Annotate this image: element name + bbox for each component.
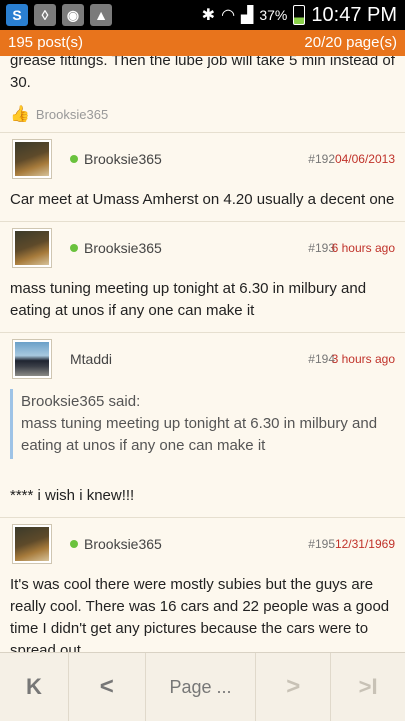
post-193[interactable]: Brooksie365 #193 6 hours ago mass tuning… bbox=[0, 222, 405, 333]
post-count: 195 post(s) bbox=[8, 34, 84, 51]
author-name: Brooksie365 bbox=[84, 151, 162, 167]
post-text: **** i wish i knew!!! bbox=[10, 487, 135, 504]
post-partial: grease fittings. Then the lube job will … bbox=[0, 56, 405, 133]
quote-block: Brooksie365 said: mass tuning meeting up… bbox=[10, 389, 395, 459]
likes-row[interactable]: 👍 Brooksie365 bbox=[10, 98, 395, 132]
page-count: 20/20 page(s) bbox=[304, 34, 397, 51]
thumbs-up-icon: 👍 bbox=[10, 106, 30, 123]
post-text: It's was cool there were mostly subies b… bbox=[10, 576, 390, 652]
post-194[interactable]: Mtaddi #194 3 hours ago Brooksie365 said… bbox=[0, 333, 405, 518]
previous-page-button[interactable]: < bbox=[69, 653, 146, 721]
author[interactable]: Brooksie365 bbox=[70, 240, 162, 256]
wifi-icon: ◠ bbox=[221, 7, 236, 24]
status-bar: S ◊ ◉ ▲ ✱ ◠ ▟ 37% 10:47 PM bbox=[0, 0, 405, 30]
post-text: mass tuning meeting up tonight at 6.30 i… bbox=[10, 280, 367, 319]
signal-icon: ▟ bbox=[241, 7, 254, 24]
post-text: grease fittings. Then the lube job will … bbox=[10, 56, 395, 91]
skype-icon: S bbox=[6, 4, 28, 26]
bluetooth-icon: ✱ bbox=[201, 7, 216, 24]
notification-icons: S ◊ ◉ ▲ bbox=[6, 4, 112, 26]
post-192[interactable]: Brooksie365 #192 04/06/2013 Car meet at … bbox=[0, 133, 405, 222]
next-page-icon: > bbox=[286, 673, 301, 700]
camera-icon: ◉ bbox=[62, 4, 84, 26]
online-status-icon bbox=[70, 540, 78, 548]
avatar[interactable] bbox=[12, 339, 52, 379]
post-list[interactable]: grease fittings. Then the lube job will … bbox=[0, 56, 405, 652]
post-date: 12/31/1969 bbox=[334, 537, 395, 551]
quote-text: mass tuning meeting up tonight at 6.30 i… bbox=[21, 415, 378, 454]
online-status-icon bbox=[70, 155, 78, 163]
post-date: 3 hours ago bbox=[331, 352, 395, 366]
clock: 10:47 PM bbox=[311, 3, 397, 26]
avatar[interactable] bbox=[12, 228, 52, 268]
author[interactable]: Brooksie365 bbox=[70, 151, 162, 167]
previous-page-icon: < bbox=[99, 673, 114, 700]
next-page-button[interactable]: > bbox=[256, 653, 332, 721]
post-date: 6 hours ago bbox=[331, 241, 395, 255]
post-date: 04/06/2013 bbox=[334, 152, 395, 166]
last-page-button[interactable]: >I bbox=[331, 653, 405, 721]
post-number: #192 bbox=[308, 152, 335, 166]
post-number: #195 bbox=[308, 537, 335, 551]
author-name: Mtaddi bbox=[70, 351, 113, 367]
image-icon: ▲ bbox=[90, 4, 112, 26]
page-select-button[interactable]: Page ... bbox=[146, 653, 257, 721]
battery-icon bbox=[293, 5, 306, 25]
first-page-button[interactable]: K bbox=[0, 653, 69, 721]
last-page-icon: >I bbox=[358, 674, 378, 699]
author[interactable]: Brooksie365 bbox=[70, 536, 162, 552]
app-icon: ◊ bbox=[34, 4, 56, 26]
author-name: Brooksie365 bbox=[84, 536, 162, 552]
pager: K < Page ... > >I bbox=[0, 652, 405, 721]
post-195[interactable]: Brooksie365 #195 12/31/1969 It's was coo… bbox=[0, 518, 405, 652]
liked-by: Brooksie365 bbox=[35, 106, 109, 122]
author-name: Brooksie365 bbox=[84, 240, 162, 256]
first-page-icon: K bbox=[25, 674, 42, 699]
page-label: Page ... bbox=[169, 676, 232, 697]
avatar[interactable] bbox=[12, 139, 52, 179]
author[interactable]: Mtaddi bbox=[70, 351, 112, 367]
thread-info-bar: 195 post(s) 20/20 page(s) bbox=[0, 30, 405, 56]
online-status-icon bbox=[70, 244, 78, 252]
post-text: Car meet at Umass Amherst on 4.20 usuall… bbox=[10, 191, 395, 208]
battery-percent: 37% bbox=[259, 7, 288, 23]
avatar[interactable] bbox=[12, 524, 52, 564]
quote-author: Brooksie365 said: bbox=[21, 393, 141, 410]
